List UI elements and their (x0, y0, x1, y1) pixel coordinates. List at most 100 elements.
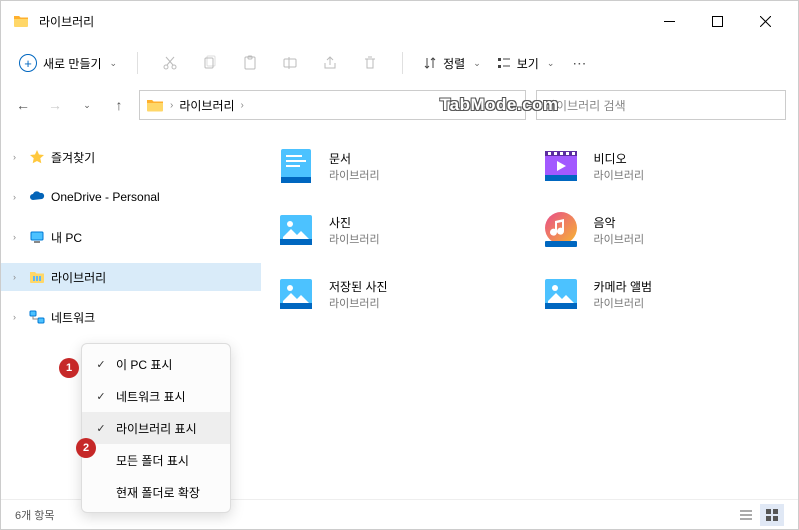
sort-button[interactable]: 정렬 ⌄ (417, 51, 487, 76)
sidebar-item-label: 즐겨찾기 (51, 149, 95, 166)
annotation-badge-1: 1 (59, 358, 79, 378)
share-button[interactable] (312, 48, 348, 78)
pictures-icon (275, 209, 317, 251)
menu-item-label: 현재 폴더로 확장 (116, 484, 200, 501)
copy-button[interactable] (192, 48, 228, 78)
sidebar-item-label: 내 PC (51, 229, 82, 246)
library-text: 음악 라이브러리 (594, 214, 645, 247)
check-icon: ✓ (94, 390, 108, 403)
library-text: 카메라 앨범 라이브러리 (594, 278, 653, 311)
menu-item-label: 모든 폴더 표시 (116, 452, 189, 469)
up-button[interactable]: ↑ (109, 95, 129, 115)
library-documents[interactable]: 문서 라이브러리 (275, 145, 520, 187)
paste-button[interactable] (232, 48, 268, 78)
item-count: 6개 항목 (15, 507, 55, 523)
back-button[interactable]: ← (13, 95, 33, 115)
delete-button[interactable] (352, 48, 388, 78)
library-saved-pictures[interactable]: 저장된 사진 라이브러리 (275, 273, 520, 315)
maximize-button[interactable] (702, 6, 732, 36)
sidebar-item-label: 네트워크 (51, 309, 95, 326)
library-name: 카메라 앨범 (594, 278, 653, 295)
videos-icon (540, 145, 582, 187)
new-label: 새로 만들기 (43, 55, 102, 72)
menu-item-label: 네트워크 표시 (116, 388, 186, 405)
chevron-right-icon[interactable]: › (13, 272, 23, 282)
sidebar-item-onedrive[interactable]: › OneDrive - Personal (1, 183, 261, 211)
sidebar: › 즐겨찾기 › OneDrive - Personal › 내 PC › 라이… (1, 125, 261, 501)
items-grid: 문서 라이브러리 비디오 라이브러리 사진 라이브러리 (275, 145, 784, 315)
rename-button[interactable] (272, 48, 308, 78)
library-sub: 라이브러리 (329, 231, 380, 247)
library-camera-roll[interactable]: 카메라 앨범 라이브러리 (540, 273, 785, 315)
library-sub: 라이브러리 (594, 167, 645, 183)
address-bar[interactable]: › 라이브러리 › TabMode.com (139, 90, 526, 120)
check-icon: ✓ (94, 422, 108, 435)
documents-icon (275, 145, 317, 187)
library-name: 음악 (594, 214, 645, 231)
close-button[interactable] (750, 6, 780, 36)
sidebar-item-this-pc[interactable]: › 내 PC (1, 223, 261, 251)
view-label: 보기 (517, 55, 539, 72)
chevron-right-icon[interactable]: › (13, 152, 23, 162)
library-name: 저장된 사진 (329, 278, 388, 295)
library-text: 비디오 라이브러리 (594, 150, 645, 183)
icons-view-button[interactable] (760, 504, 784, 526)
chevron-right-icon: › (241, 100, 244, 111)
minimize-button[interactable] (654, 6, 684, 36)
chevron-right-icon[interactable]: › (13, 192, 23, 202)
breadcrumb-root[interactable]: 라이브러리 (179, 97, 234, 114)
menu-item-show-all-folders[interactable]: 모든 폴더 표시 (82, 444, 230, 476)
sidebar-item-favorites[interactable]: › 즐겨찾기 (1, 143, 261, 171)
new-button[interactable]: + 새로 만들기 ⌄ (13, 50, 123, 76)
pictures-icon (275, 273, 317, 315)
toolbar: + 새로 만들기 ⌄ 정렬 ⌄ 보기 ⌄ ⋯ (1, 41, 798, 85)
music-icon (540, 209, 582, 251)
cut-button[interactable] (152, 48, 188, 78)
library-videos[interactable]: 비디오 라이브러리 (540, 145, 785, 187)
chevron-right-icon[interactable]: › (13, 232, 23, 242)
separator (137, 52, 138, 74)
library-music[interactable]: 음악 라이브러리 (540, 209, 785, 251)
forward-button[interactable]: → (45, 95, 65, 115)
content-area: 문서 라이브러리 비디오 라이브러리 사진 라이브러리 (261, 125, 798, 501)
library-folder-icon (29, 269, 45, 285)
sort-label: 정렬 (443, 55, 465, 72)
folder-icon (13, 13, 29, 29)
chevron-down-icon: ⌄ (110, 58, 118, 69)
library-pictures[interactable]: 사진 라이브러리 (275, 209, 520, 251)
library-sub: 라이브러리 (329, 167, 380, 183)
main-area: › 즐겨찾기 › OneDrive - Personal › 내 PC › 라이… (1, 125, 798, 501)
details-view-button[interactable] (734, 504, 758, 526)
more-button[interactable]: ⋯ (564, 51, 596, 76)
folder-icon (146, 98, 164, 112)
sidebar-item-network[interactable]: › 네트워크 (1, 303, 261, 331)
watermark: TabMode.com (440, 95, 559, 115)
window-controls (654, 6, 780, 36)
navbar: ← → ⌄ ↑ › 라이브러리 › TabMode.com 라이브러리 검색 (1, 85, 798, 125)
library-name: 사진 (329, 214, 380, 231)
chevron-right-icon[interactable]: › (13, 312, 23, 322)
menu-item-expand-current[interactable]: 현재 폴더로 확장 (82, 476, 230, 508)
search-input[interactable]: 라이브러리 검색 (536, 90, 786, 120)
nav-arrows: ← → ⌄ ↑ (13, 95, 129, 115)
chevron-right-icon: › (170, 100, 173, 111)
menu-item-label: 라이브러리 표시 (116, 420, 197, 437)
library-text: 문서 라이브러리 (329, 150, 380, 183)
library-sub: 라이브러리 (329, 295, 388, 311)
menu-item-show-pc[interactable]: ✓ 이 PC 표시 (82, 348, 230, 380)
sidebar-item-libraries[interactable]: › 라이브러리 (1, 263, 261, 291)
chevron-down-icon: ⌄ (473, 58, 481, 69)
library-name: 비디오 (594, 150, 645, 167)
pictures-icon (540, 273, 582, 315)
plus-icon: + (19, 54, 37, 72)
view-button[interactable]: 보기 ⌄ (491, 51, 561, 76)
onedrive-icon (29, 189, 45, 205)
pc-icon (29, 229, 45, 245)
menu-item-show-libraries[interactable]: ✓ 라이브러리 표시 (82, 412, 230, 444)
sidebar-item-label: OneDrive - Personal (51, 190, 160, 204)
star-icon (29, 149, 45, 165)
library-sub: 라이브러리 (594, 231, 645, 247)
view-icon (497, 56, 511, 70)
menu-item-show-network[interactable]: ✓ 네트워크 표시 (82, 380, 230, 412)
recent-chevron[interactable]: ⌄ (77, 95, 97, 115)
